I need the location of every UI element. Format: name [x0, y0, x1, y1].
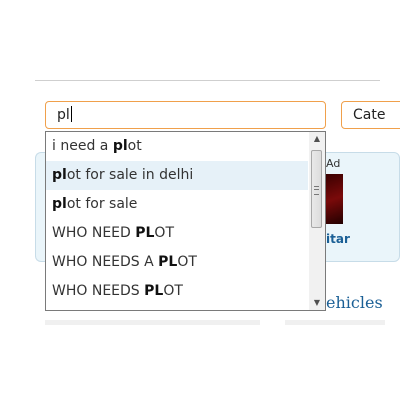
search-input[interactable]: pl [45, 101, 326, 129]
suggestion-match: pl [52, 196, 67, 212]
background-bar [45, 320, 260, 325]
suggestion-text: WHO NEEDS [52, 283, 145, 299]
scrollbar-thumb[interactable] [311, 150, 322, 228]
ad-image[interactable] [326, 174, 343, 224]
suggestion-item[interactable]: WHO NEEDS PLOT [46, 277, 308, 306]
arrow-up-icon[interactable]: ▲ [309, 132, 325, 146]
suggestion-match: pl [52, 167, 67, 183]
ad-link[interactable]: itar [326, 232, 350, 246]
grip-icon [314, 186, 319, 195]
suggestion-text: OT [177, 254, 197, 270]
suggestion-text: WHO NEED [52, 225, 136, 241]
suggestion-match: PL [158, 254, 178, 270]
scrollbar[interactable]: ▲ ▼ [309, 132, 325, 310]
suggestion-match: PL [144, 283, 164, 299]
category-button[interactable]: Cate [341, 101, 400, 129]
suggestion-text: OT [154, 225, 174, 241]
text-caret [70, 106, 72, 122]
suggestion-text: ot for sale in delhi [66, 167, 194, 183]
autocomplete-dropdown[interactable]: i need a plot plot for sale in delhi plot … [45, 131, 326, 311]
suggestion-text: ot [127, 138, 142, 154]
divider [35, 80, 380, 81]
suggestion-list: i need a plot plot for sale in delhi plot … [46, 132, 325, 306]
arrow-down-icon[interactable]: ▼ [309, 296, 325, 310]
suggestion-match: PL [135, 225, 155, 241]
suggestion-text: ot for sale [66, 196, 138, 212]
suggestion-text: OT [163, 283, 183, 299]
suggestion-item[interactable]: i need a plot [46, 132, 308, 161]
suggestion-item[interactable]: WHO NEEDS A PLOT [46, 248, 308, 277]
background-bar [285, 320, 385, 325]
suggestion-item[interactable]: WHO NEED PLOT [46, 219, 308, 248]
suggestion-item[interactable]: plot for sale in delhi [46, 161, 308, 190]
suggestion-match: pl [112, 138, 128, 154]
vehicles-link[interactable]: ehicles [326, 293, 383, 312]
ad-label: Ad [326, 157, 341, 170]
suggestion-text: i need a [52, 138, 113, 154]
search-value: pl [57, 107, 70, 123]
suggestion-text: WHO NEEDS A [52, 254, 159, 270]
suggestion-item[interactable]: plot for sale [46, 190, 308, 219]
